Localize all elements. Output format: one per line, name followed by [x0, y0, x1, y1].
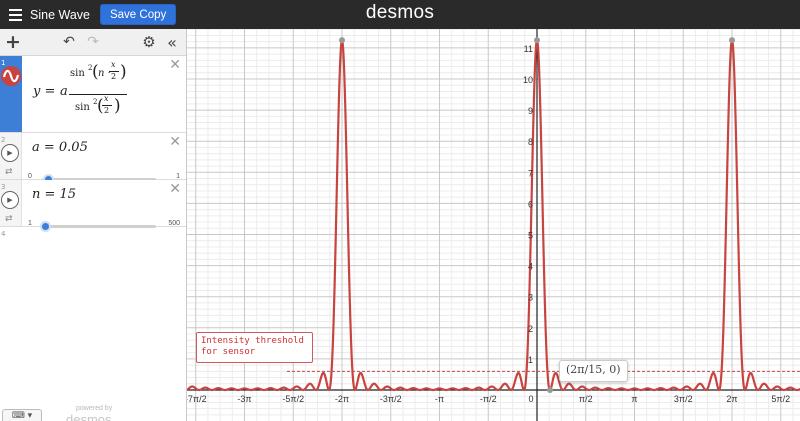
expression-number: 4 [1, 230, 6, 238]
expression-panel: + ↶ ↷ ⚙ « 1 ✕ y = a sin 2 (n · x 2) si… [0, 29, 187, 421]
formula-lhs: y = [33, 84, 56, 99]
y-tick-label: 1 [528, 355, 533, 365]
expression-item-2[interactable]: 2 ▶ ⇄ ✕ a = 0.05 0 1 [0, 133, 186, 185]
slider-n-min: 1 [28, 220, 32, 227]
numerator-function: sin [70, 68, 85, 79]
expression-toolbar: + ↶ ↷ ⚙ « [0, 29, 186, 56]
x-tick-label: -π [435, 394, 444, 404]
loop-icon[interactable]: ⇄ [5, 214, 13, 224]
plus-icon[interactable]: + [4, 31, 22, 53]
x-tick-label: -5π/2 [282, 394, 304, 404]
y-tick-label: 7 [528, 168, 533, 178]
graph-title[interactable]: Sine Wave [30, 8, 90, 22]
numerator-paren-close: ) [120, 62, 127, 82]
y-tick-label: 8 [528, 137, 533, 147]
numerator-arg-n: n · [98, 68, 111, 79]
keyboard-icon[interactable]: ⌨ ▾ [2, 409, 42, 421]
x-tick-label: -π/2 [480, 394, 497, 404]
y-tick-label: 11 [524, 44, 533, 54]
play-icon[interactable]: ▶ [1, 144, 19, 162]
expression-item-3[interactable]: 3 ▶ ⇄ ✕ n = 15 1 500 [0, 180, 186, 232]
powered-by-logo: desmos [66, 412, 112, 421]
top-bar: Sine Wave Save Copy desmos [0, 0, 800, 29]
slider-n-expression[interactable]: n = 15 [32, 187, 76, 202]
desmos-app: -7π/2 -3π -5π/2 -2π -3π/2 -π -π/2 0 π/2 π 3π/2 2π 5π… [0, 0, 800, 421]
x-tick-label: -2π [335, 394, 349, 404]
undo-icon[interactable]: ↶ [60, 32, 78, 52]
expression-number: 3 [1, 183, 6, 191]
slider-a-min: 0 [28, 173, 32, 180]
denominator-function: sin [75, 102, 90, 113]
peak-point [339, 37, 345, 44]
slider-a-expression[interactable]: a = 0.05 [32, 140, 88, 155]
save-copy-button[interactable]: Save Copy [99, 4, 177, 25]
double-chevron-left-icon[interactable]: « [163, 32, 181, 52]
expression-number: 2 [1, 136, 6, 144]
loop-icon[interactable]: ⇄ [5, 167, 13, 177]
main-fraction-bar [69, 94, 127, 95]
x-tick-label: π/2 [579, 394, 593, 404]
gear-icon[interactable]: ⚙ [140, 32, 158, 52]
x-tick-label: 0 [528, 394, 533, 404]
delete-expression-1-icon[interactable]: ✕ [169, 58, 181, 72]
slider-n-max: 500 [168, 220, 180, 227]
x-tick-label: 2π [726, 394, 737, 404]
x-tick-label: -7π/2 [185, 394, 207, 404]
delete-expression-3-icon[interactable]: ✕ [169, 182, 181, 196]
x-tick-label: π [631, 394, 637, 404]
y-tick-label: 5 [528, 231, 533, 241]
threshold-note-text: Intensity threshold for sensor [201, 336, 304, 357]
denominator-paren-close: ) [114, 96, 121, 116]
y-tick-label: 3 [528, 293, 533, 303]
denominator-arg-x: x [104, 94, 109, 103]
slider-a-max: 1 [176, 173, 180, 180]
y-tick-label: 6 [528, 199, 533, 209]
point-label[interactable]: (2π/15, 0) [559, 360, 628, 382]
x-tick-label: 5π/2 [771, 394, 790, 404]
numerator-arg-x: x [111, 60, 116, 69]
y-tick-label: 9 [528, 106, 533, 116]
zero-point [547, 387, 553, 393]
y-tick-label: 4 [528, 262, 533, 272]
play-icon[interactable]: ▶ [1, 191, 19, 209]
peak-point [534, 37, 540, 44]
hamburger-menu-icon[interactable] [2, 0, 28, 29]
x-tick-label: 3π/2 [674, 394, 693, 404]
sine-wave-color-icon[interactable] [1, 66, 21, 86]
x-tick-label: -3π [237, 394, 251, 404]
delete-expression-2-icon[interactable]: ✕ [169, 135, 181, 149]
y-tick-label: 2 [528, 324, 533, 334]
point-label-text: (2π/15, 0) [566, 363, 621, 376]
denominator-paren-open: ( [97, 96, 104, 116]
redo-icon[interactable]: ↷ [84, 32, 102, 52]
denominator-arg-2: 2 [104, 106, 110, 115]
y-tick-label: 10 [523, 75, 533, 85]
numerator-arg-2: 2 [111, 72, 117, 81]
threshold-note[interactable]: Intensity threshold for sensor [196, 332, 313, 363]
expression-index: 1 [0, 56, 22, 132]
expression-number: 1 [1, 59, 6, 67]
formula-coefficient: a [60, 84, 68, 99]
expression-item-1[interactable]: 1 ✕ y = a sin 2 ( n · x 2 ) sin 2 (x 2 … [0, 56, 186, 133]
x-tick-label: -3π/2 [380, 394, 402, 404]
expression-index: 3 ▶ ⇄ [0, 180, 22, 226]
peak-point [729, 37, 735, 44]
powered-by-text: powered by [76, 405, 113, 412]
expression-index: 2 ▶ ⇄ [0, 133, 22, 179]
expression-item-4[interactable]: 4 [0, 227, 186, 241]
